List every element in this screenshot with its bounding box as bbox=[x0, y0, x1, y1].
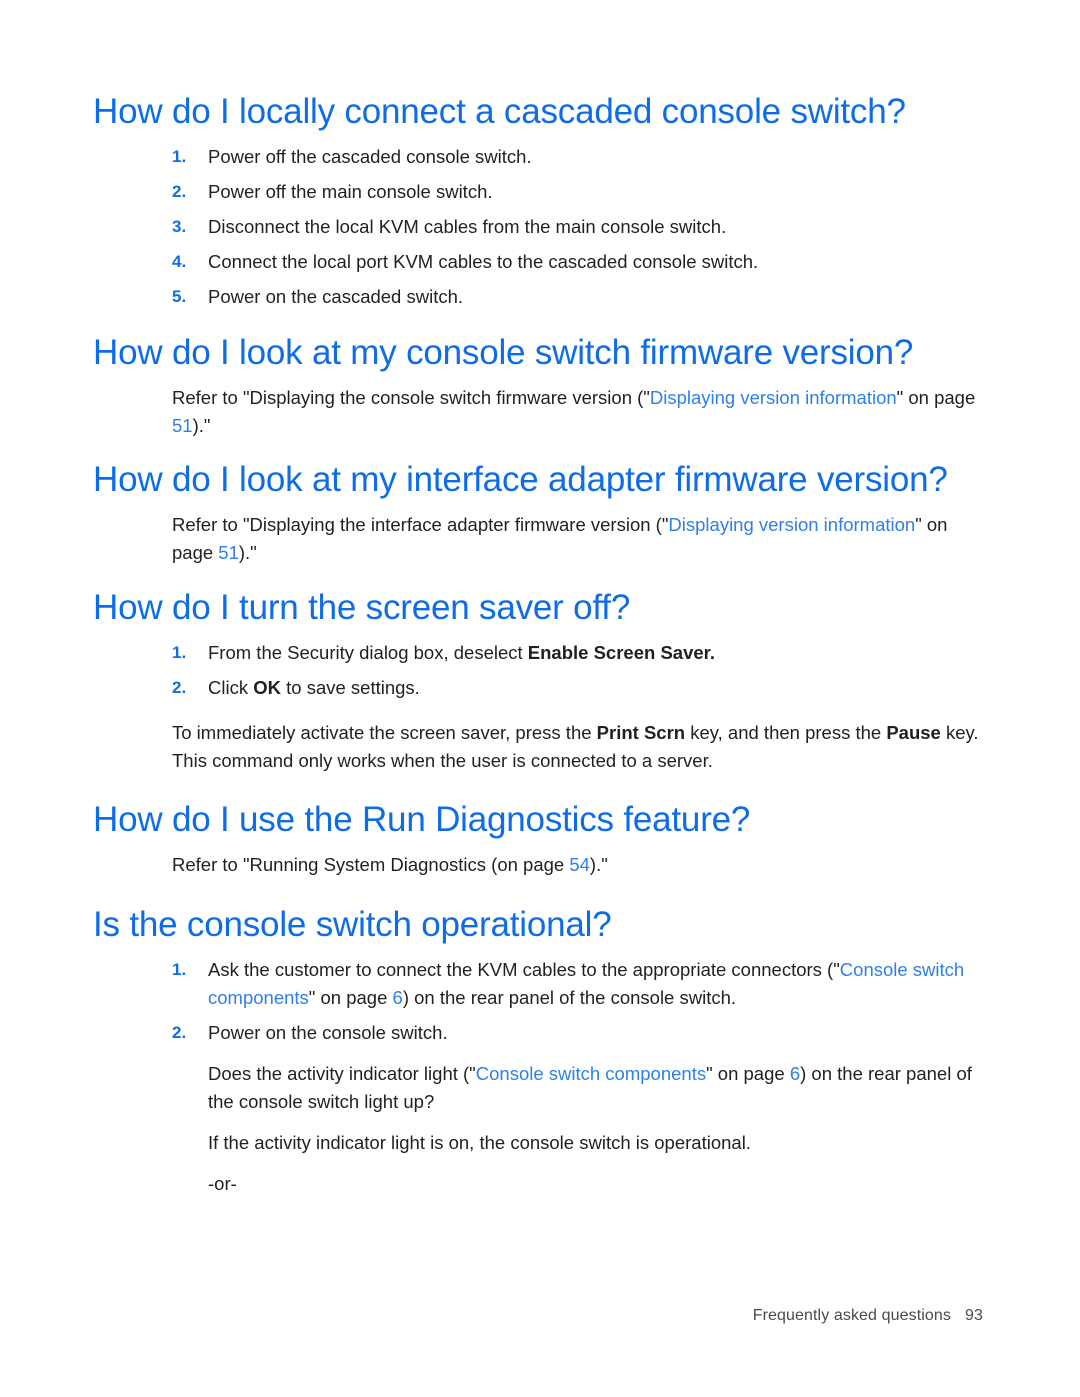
step-text: Click bbox=[208, 677, 254, 698]
page-reference-link[interactable]: 54 bbox=[569, 854, 590, 875]
section-heading: How do I use the Run Diagnostics feature… bbox=[93, 800, 751, 839]
paragraph-text: Refer to "Displaying the console switch … bbox=[172, 387, 650, 408]
list-item-text: Connect the local port KVM cables to the… bbox=[208, 251, 759, 272]
paragraph-text: " on page bbox=[706, 1063, 790, 1084]
section-run-diagnostics-feature: How do I use the Run Diagnostics feature… bbox=[93, 775, 983, 879]
section-turn-screen-saver-off: How do I turn the screen saver off? 1. F… bbox=[93, 567, 983, 775]
list-item-text: From the Security dialog box, deselect E… bbox=[208, 639, 983, 667]
list-item-number: 4. bbox=[172, 252, 187, 271]
list-item-text: Power on the cascaded switch. bbox=[208, 286, 464, 307]
paragraph-text: To immediately activate the screen saver… bbox=[172, 722, 597, 743]
paragraph-text: " on page bbox=[896, 387, 976, 408]
steps-list: 1. Ask the customer to connect the KVM c… bbox=[172, 956, 983, 1198]
page-reference-link[interactable]: 51 bbox=[172, 415, 193, 436]
step-emphasis: OK bbox=[253, 677, 281, 698]
section-heading: How do I turn the screen saver off? bbox=[93, 588, 631, 627]
step-text: ) on the rear panel of the console switc… bbox=[402, 987, 737, 1008]
list-item: 3. Disconnect the local KVM cables from … bbox=[172, 213, 983, 241]
list-item: 1. Ask the customer to connect the KVM c… bbox=[172, 956, 983, 1012]
sub-paragraph: Does the activity indicator light ("Cons… bbox=[208, 1060, 983, 1116]
cross-reference-link[interactable]: Displaying version information bbox=[650, 387, 897, 408]
footer-page-number: 93 bbox=[965, 1307, 983, 1324]
step-emphasis: Enable Screen Saver. bbox=[527, 642, 715, 663]
list-item-text: Disconnect the local KVM cables from the… bbox=[208, 216, 727, 237]
page-reference-link[interactable]: 51 bbox=[218, 542, 239, 563]
list-item: 2. Power on the console switch. Does the… bbox=[172, 1019, 983, 1198]
paragraph-text: )." bbox=[238, 542, 257, 563]
body-block: Refer to "Displaying the console switch … bbox=[172, 384, 983, 440]
paragraph: Refer to "Displaying the console switch … bbox=[172, 384, 983, 440]
step-text: Ask the customer to connect the KVM cabl… bbox=[208, 959, 840, 980]
list-item-text: Click OK to save settings. bbox=[208, 674, 983, 702]
section-heading: How do I look at my interface adapter fi… bbox=[93, 460, 948, 499]
paragraph-text: )." bbox=[192, 415, 211, 436]
section-interface-adapter-firmware-version: How do I look at my interface adapter fi… bbox=[93, 440, 983, 567]
list-item-text: Ask the customer to connect the KVM cabl… bbox=[208, 956, 983, 1012]
or-separator: -or- bbox=[208, 1173, 237, 1194]
section-is-console-switch-operational: Is the console switch operational? 1. As… bbox=[93, 879, 983, 1198]
list-item-number: 2. bbox=[172, 1023, 187, 1042]
section-heading: How do I look at my console switch firmw… bbox=[93, 333, 914, 372]
key-name-pause: Pause bbox=[886, 722, 941, 743]
list-item: 2. Power off the main console switch. bbox=[172, 178, 983, 206]
paragraph-text: )." bbox=[589, 854, 608, 875]
list-item-text: Power off the main console switch. bbox=[208, 181, 493, 202]
paragraph-text: Refer to "Running System Diagnostics (on… bbox=[172, 854, 570, 875]
list-item-number: 3. bbox=[172, 217, 187, 236]
page-reference-link[interactable]: 6 bbox=[790, 1063, 800, 1084]
list-item: 1. From the Security dialog box, deselec… bbox=[172, 639, 983, 667]
list-item-number: 2. bbox=[172, 678, 187, 697]
list-item-number: 1. bbox=[172, 147, 187, 166]
step-text: " on page bbox=[308, 987, 393, 1008]
list-item: 2. Click OK to save settings. bbox=[172, 674, 983, 702]
sub-paragraph: If the activity indicator light is on, t… bbox=[208, 1132, 751, 1153]
page-reference-link[interactable]: 6 bbox=[393, 987, 403, 1008]
body-block: Refer to "Running System Diagnostics (on… bbox=[172, 851, 983, 879]
section-heading: How do I locally connect a cascaded cons… bbox=[93, 92, 906, 131]
list-item: 5. Power on the cascaded switch. bbox=[172, 283, 983, 311]
steps-list: 1. From the Security dialog box, deselec… bbox=[172, 639, 983, 702]
section-heading: Is the console switch operational? bbox=[93, 905, 612, 944]
paragraph-text: key, and then press the bbox=[685, 722, 887, 743]
list-item-number: 5. bbox=[172, 287, 187, 306]
cross-reference-link[interactable]: Displaying version information bbox=[668, 514, 915, 535]
list-item-text: Power off the cascaded console switch. bbox=[208, 146, 532, 167]
cross-reference-link[interactable]: Console switch components bbox=[476, 1063, 706, 1084]
note-paragraph: To immediately activate the screen saver… bbox=[172, 719, 983, 775]
section-locally-connect-cascaded: How do I locally connect a cascaded cons… bbox=[93, 86, 983, 311]
paragraph-text: Refer to "Displaying the interface adapt… bbox=[172, 514, 669, 535]
step-text: to save settings. bbox=[280, 677, 420, 698]
paragraph: Refer to "Running System Diagnostics (on… bbox=[172, 851, 983, 879]
steps-list: 1. Power off the cascaded console switch… bbox=[172, 143, 983, 311]
list-item: 4. Connect the local port KVM cables to … bbox=[172, 248, 983, 276]
page-content: How do I locally connect a cascaded cons… bbox=[93, 86, 983, 1198]
section-console-switch-firmware-version: How do I look at my console switch firmw… bbox=[93, 311, 983, 440]
document-page: How do I locally connect a cascaded cons… bbox=[0, 0, 1080, 1397]
body-block: Refer to "Displaying the interface adapt… bbox=[172, 511, 983, 567]
page-footer: Frequently asked questions 93 bbox=[0, 1307, 983, 1325]
list-item: 1. Power off the cascaded console switch… bbox=[172, 143, 983, 171]
paragraph-text: Does the activity indicator light (" bbox=[208, 1063, 476, 1084]
list-item-number: 1. bbox=[172, 960, 187, 979]
list-item-number: 1. bbox=[172, 643, 187, 662]
key-name-print-scrn: Print Scrn bbox=[596, 722, 686, 743]
list-item-text: Power on the console switch. bbox=[208, 1022, 448, 1043]
step-text: From the Security dialog box, deselect bbox=[208, 642, 528, 663]
paragraph: Refer to "Displaying the interface adapt… bbox=[172, 511, 983, 567]
body-block: To immediately activate the screen saver… bbox=[172, 719, 983, 775]
footer-chapter-title: Frequently asked questions bbox=[752, 1307, 951, 1324]
list-item-number: 2. bbox=[172, 182, 187, 201]
